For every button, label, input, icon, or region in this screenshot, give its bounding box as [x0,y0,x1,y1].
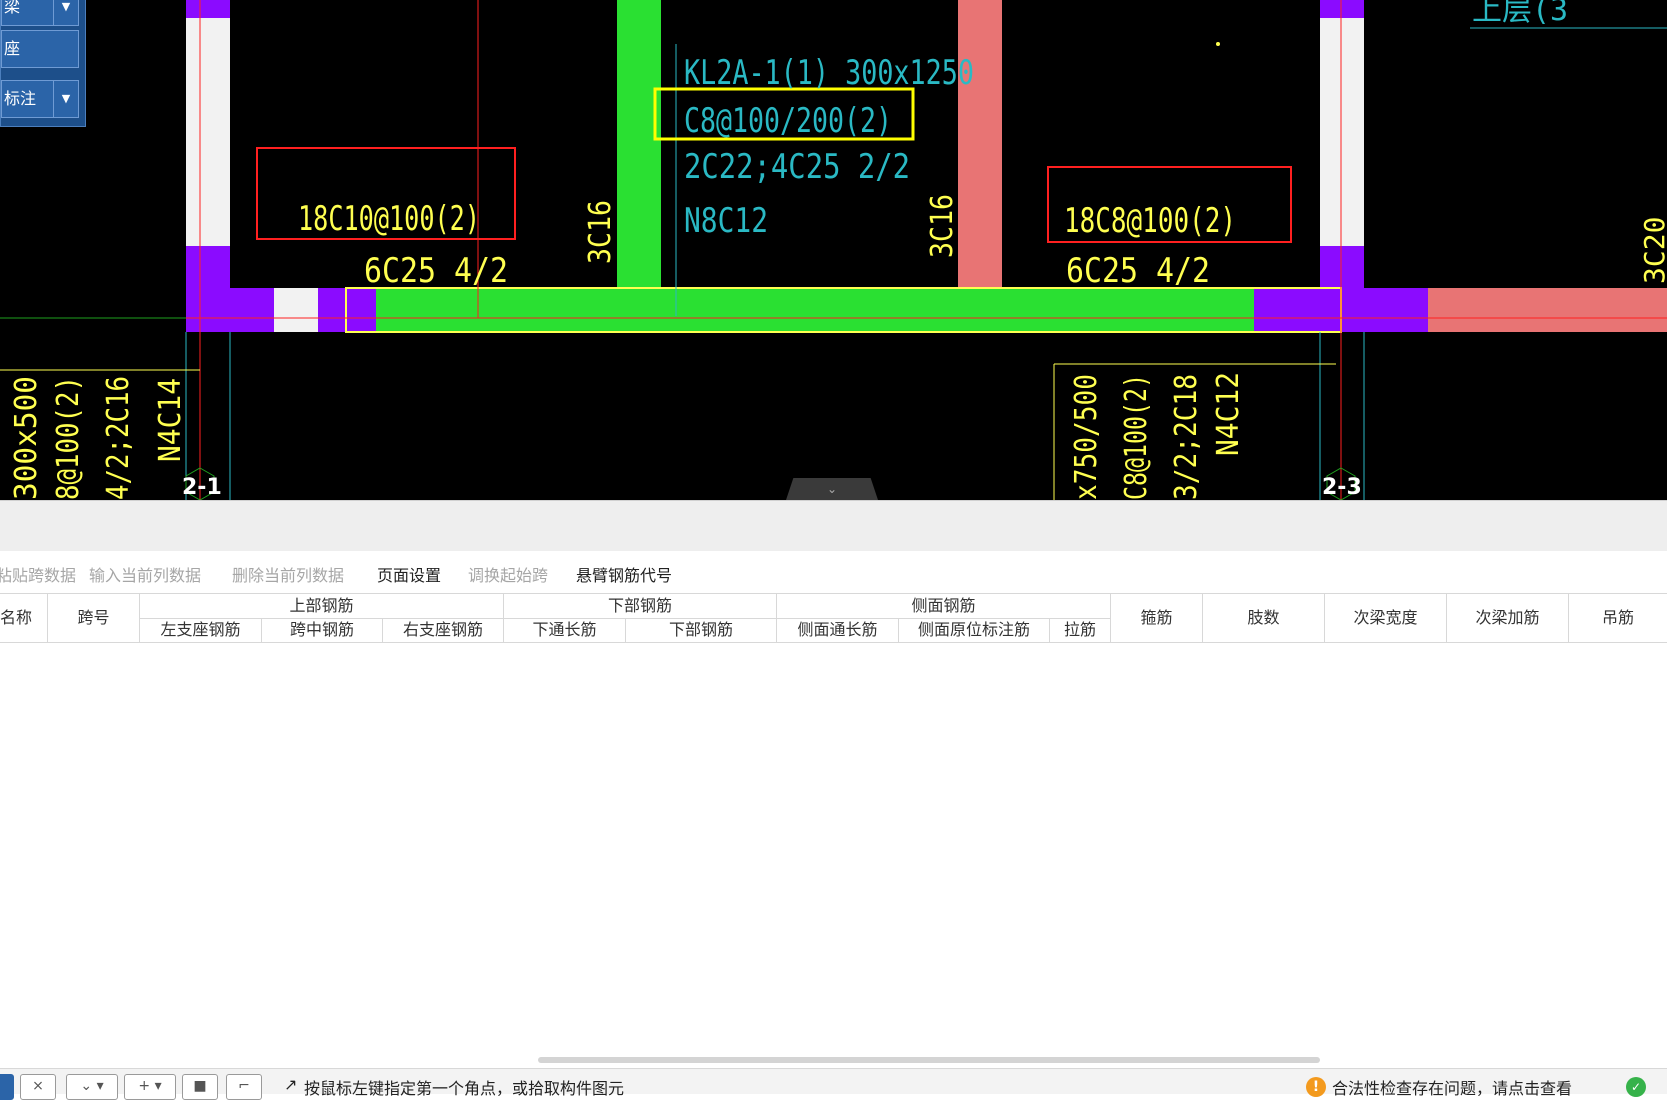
group-header-side-rebar: 侧面钢筋 [777,594,1111,618]
right-column-top [1320,0,1364,18]
col-header-top-mid[interactable]: 跨中钢筋 [262,618,383,642]
warning-icon[interactable]: ! [1306,1077,1326,1097]
right-column-white [1320,18,1364,246]
right-vtext-1: x750/500 [1069,374,1104,500]
col-header-top-right[interactable]: 右支座钢筋 [383,618,504,642]
col-header-hanger[interactable]: 吊筋 [1569,594,1667,642]
panel-item-annotation[interactable]: 标注 ▼ [1,80,79,118]
command-prompt: 按鼠标左键指定第一个角点，或拾取构件图元 [304,1079,625,1098]
cross-select-icon[interactable]: ⨯ [20,1074,56,1100]
left-vtext-4: N4C14 [153,378,188,462]
dropdown-arrow-icon[interactable]: ▼ [53,81,78,117]
far-right-vtext: 3C20 [1638,217,1667,284]
right-stirrup-text: 18C8@100(2) [1064,201,1236,241]
beam-right-pink [1428,288,1667,332]
left-column-top [186,0,230,18]
input-column-button[interactable]: 输入当前列数据 [89,562,201,586]
panel-item-label: 座 [4,39,21,58]
panel-splitter[interactable] [0,500,1667,551]
col-header-side-tie[interactable]: 拉筋 [1050,618,1111,642]
col-header-side-orig[interactable]: 侧面原位标注筋 [899,618,1050,642]
cad-drawing-svg[interactable]: KL2A-1(1) 300x1250 C8@100/200(2) 2C22;4C… [0,0,1667,500]
page-setup-button[interactable]: 页面设置 [377,562,441,586]
ortho-toggle-icon[interactable]: ⌐ [226,1074,262,1100]
swap-start-span-button[interactable]: 调换起始跨 [468,562,548,586]
cantilever-code-button[interactable]: 悬臂钢筋代号 [576,562,672,586]
left-vtext-3: 4/2;2C16 [101,376,136,500]
validation-warning-link[interactable]: 合法性检查存在问题，请点击查看 [1332,1075,1572,1099]
resize-arrow-icon: ↗ [284,1075,298,1094]
beam-left-purple [186,288,274,332]
col-header-stirrup[interactable]: 箍筋 [1111,594,1203,642]
delete-column-button[interactable]: 删除当前列数据 [232,562,344,586]
group-header-top-rebar: 上部钢筋 [140,594,504,618]
beam-label-line2: C8@100/200(2) [684,101,892,141]
col-header-legs[interactable]: 肢数 [1203,594,1325,642]
left-vtext-2: 8@100(2) [51,376,86,500]
panel-item-beam[interactable]: 梁 ▼ [1,0,79,26]
right-col-bars-text: 3C16 [925,194,960,258]
left-column-white [186,18,230,246]
right-vtext-3: 3/2;2C18 [1169,374,1204,500]
group-header-bottom-rebar: 下部钢筋 [504,594,777,618]
collapse-panel-handle[interactable]: ⌄ [786,478,878,500]
vertical-beam-green [617,0,661,288]
col-header-secondary-width[interactable]: 次梁宽度 [1325,594,1447,642]
axis-label-right: 2-3 [1322,475,1362,500]
col-header-span[interactable]: 跨号 [48,594,140,642]
col-header-side-through[interactable]: 侧面通长筋 [777,618,899,642]
table-toolbar: 粘贴跨数据 输入当前列数据 删除当前列数据 页面设置 调换起始跨 悬臂钢筋代号 [0,551,1667,593]
cad-drawing-canvas[interactable]: KL2A-1(1) 300x1250 C8@100/200(2) 2C22;4C… [0,0,1667,500]
beam-label-line1: KL2A-1(1) 300x1250 [684,53,974,93]
top-right-text: 上层(3 [1472,0,1568,28]
col-header-bottom-bars[interactable]: 下部钢筋 [626,618,777,642]
chevron-down-icon: ⌄ [826,482,838,496]
beam-label-line3: 2C22;4C25 2/2 [684,147,910,187]
col-header-secondary-add[interactable]: 次梁加筋 [1447,594,1569,642]
left-vtext-1: 300x500 [9,376,44,500]
panel-item-support[interactable]: 座 [1,30,79,68]
beam-main-green [376,288,1254,332]
panel-item-label: 标注 [4,89,37,108]
rebar-table-header: 名称 跨号 上部钢筋 左支座钢筋 跨中钢筋 右支座钢筋 下部钢筋 下通长筋 下部… [0,593,1667,643]
right-bottom-bars-text: 6C25 4/2 [1066,251,1210,291]
vertical-beam-pink [958,0,1002,288]
check-icon[interactable]: ✓ [1626,1077,1646,1097]
right-vtext-2: C8@100(2) [1119,374,1154,500]
left-bottom-bars-text: 6C25 4/2 [364,251,508,291]
status-bar: ⨯ ⌄ ▾ + ▾ ■ ⌐ ↗ 按鼠标左键指定第一个角点，或拾取构件图元 ! 合… [0,1068,1667,1100]
col-header-bottom-through[interactable]: 下通长筋 [504,618,626,642]
display-toggle-icon[interactable]: ■ [182,1074,218,1100]
panel-item-label: 梁 [4,0,21,16]
left-col-bars-text: 3C16 [583,200,618,264]
col-header-top-left[interactable]: 左支座钢筋 [140,618,262,642]
snap-dropdown-icon[interactable]: ⌄ ▾ [66,1074,118,1100]
right-vtext-4: N4C12 [1211,372,1246,456]
left-stirrup-text: 18C10@100(2) [298,199,480,239]
yellow-dot [1216,42,1220,46]
plus-dropdown-icon[interactable]: + ▾ [124,1074,176,1100]
dropdown-arrow-icon[interactable]: ▼ [53,0,78,25]
axis-label-left: 2-1 [182,475,222,500]
horizontal-scrollbar[interactable] [538,1057,1320,1063]
beam-left-white [274,288,318,332]
select-tool-icon[interactable] [0,1074,14,1100]
rebar-table-body[interactable] [0,643,1667,1063]
paste-span-button[interactable]: 粘贴跨数据 [0,562,76,586]
beam-label-line4: N8C12 [684,201,768,241]
col-header-name[interactable]: 名称 [0,594,48,642]
floating-tool-panel: 梁 ▼ 座 标注 ▼ [0,0,86,127]
